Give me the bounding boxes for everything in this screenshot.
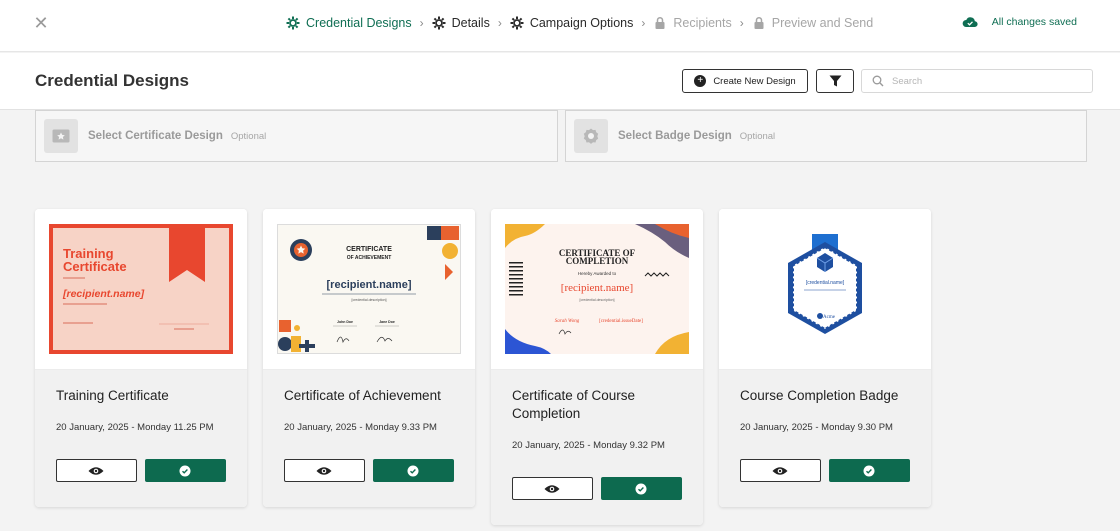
thumb-issue-date: [credential.issueDate] — [599, 319, 643, 324]
step-label: Credential Designs — [306, 16, 412, 30]
design-card: Training Certificate [recipient.name] Tr… — [35, 209, 247, 507]
top-bar: ✕ Credential Designs › Details › Campaig… — [0, 0, 1120, 52]
filter-icon — [829, 75, 841, 87]
design-name: Course Completion Badge — [740, 388, 899, 403]
badge-icon — [574, 119, 608, 153]
save-status: All changes saved — [962, 15, 1077, 29]
design-name: Certificate of Achievement — [284, 388, 441, 403]
design-card: CERTIFICATE OF ACHIEVEMENT [recipient.na… — [263, 209, 475, 507]
cloud-check-icon — [962, 17, 978, 28]
thumb-description: [credential.description] — [351, 298, 386, 302]
training-certificate-thumbnail: Training Certificate [recipient.name] — [49, 224, 233, 354]
eye-icon — [88, 466, 104, 475]
thumb-signer-2: Jane Doe — [379, 320, 395, 324]
eye-icon — [772, 466, 788, 475]
design-date: 20 January, 2025 - Monday 11.25 PM — [56, 422, 214, 433]
stepper: Credential Designs › Details › Campaign … — [286, 0, 873, 46]
check-circle-icon — [863, 465, 875, 476]
design-thumbnail: CERTIFICATE OF COMPLETION Hereby Awarded… — [491, 209, 703, 370]
step-label: Campaign Options — [529, 16, 634, 30]
close-icon[interactable]: ✕ — [32, 14, 50, 32]
preview-button[interactable] — [740, 459, 821, 482]
thumb-recipient-name: [recipient.name] — [62, 288, 145, 300]
design-thumbnail: Training Certificate [recipient.name] — [35, 209, 247, 370]
design-thumbnail: [credential.name] Acme — [719, 209, 931, 370]
select-design-button[interactable] — [828, 459, 910, 482]
thumb-description: [credential.description] — [579, 298, 614, 302]
select-badge-label: Select Badge Design — [618, 130, 732, 142]
select-certificate-label: Select Certificate Design — [88, 130, 223, 142]
thumb-brand: Acme — [823, 315, 836, 320]
thumb-signer-1: John Doe — [337, 320, 353, 324]
lock-icon — [754, 16, 764, 29]
step-label: Preview and Send — [771, 16, 874, 30]
lock-icon — [655, 16, 665, 29]
design-name: Training Certificate — [56, 388, 169, 403]
page-header: Credential Designs + Create New Design — [0, 53, 1120, 110]
chevron-right-icon: › — [497, 16, 502, 30]
step-credential-designs[interactable]: Credential Designs — [286, 16, 412, 30]
design-date: 20 January, 2025 - Monday 9.32 PM — [512, 440, 665, 451]
design-card: CERTIFICATE OF COMPLETION Hereby Awarded… — [491, 209, 703, 525]
design-date: 20 January, 2025 - Monday 9.33 PM — [284, 422, 437, 433]
create-new-design-button[interactable]: + Create New Design — [682, 69, 808, 93]
page-title: Credential Designs — [35, 71, 189, 90]
design-thumbnail: CERTIFICATE OF ACHIEVEMENT [recipient.na… — [263, 209, 475, 370]
eye-icon — [316, 466, 332, 475]
save-status-text: All changes saved — [991, 16, 1077, 28]
chevron-right-icon: › — [419, 16, 424, 30]
certificate-icon — [44, 119, 78, 153]
design-name: Certificate of Course Completion — [512, 388, 636, 421]
optional-label: Optional — [230, 130, 267, 142]
preview-button[interactable] — [284, 459, 365, 482]
course-completion-certificate-thumbnail: CERTIFICATE OF COMPLETION Hereby Awarded… — [505, 224, 689, 354]
achievement-certificate-thumbnail: CERTIFICATE OF ACHIEVEMENT [recipient.na… — [277, 224, 461, 354]
optional-label: Optional — [739, 130, 776, 142]
thumb-recipient-name: [recipient.name] — [561, 282, 633, 294]
step-recipients: Recipients — [653, 16, 732, 30]
preview-button[interactable] — [512, 477, 593, 500]
search-icon — [872, 75, 884, 87]
step-preview-and-send: Preview and Send — [752, 16, 873, 30]
check-circle-icon — [179, 465, 191, 476]
check-circle-icon — [407, 465, 419, 476]
search-box — [861, 69, 1093, 93]
design-date: 20 January, 2025 - Monday 9.30 PM — [740, 422, 893, 433]
select-design-button[interactable] — [600, 477, 682, 500]
create-new-design-label: Create New Design — [713, 75, 796, 87]
gear-icon — [510, 16, 524, 30]
check-circle-icon — [635, 483, 647, 494]
thumb-title-1: CERTIFICATE — [346, 246, 392, 253]
plus-circle-icon: + — [694, 75, 707, 87]
thumb-title-2: COMPLETION — [566, 256, 629, 266]
filter-button[interactable] — [816, 69, 854, 93]
thumb-signer: Sarah Wong — [555, 319, 580, 324]
step-details[interactable]: Details — [432, 16, 490, 30]
design-card: [credential.name] Acme Course Completion… — [719, 209, 931, 507]
gear-icon — [286, 16, 300, 30]
search-input[interactable] — [892, 75, 1082, 87]
chevron-right-icon: › — [739, 16, 744, 30]
chevron-right-icon: › — [641, 16, 646, 30]
thumb-credential-name: [credential.name] — [806, 280, 845, 286]
preview-button[interactable] — [56, 459, 137, 482]
thumb-title-2: OF ACHIEVEMENT — [347, 255, 392, 261]
thumb-recipient-name: [recipient.name] — [327, 279, 412, 291]
gear-icon — [432, 16, 446, 30]
select-badge-design[interactable]: Select Badge Design Optional — [565, 110, 1087, 162]
select-design-button[interactable] — [372, 459, 454, 482]
course-completion-badge-thumbnail: [credential.name] Acme — [788, 234, 862, 334]
select-certificate-design[interactable]: Select Certificate Design Optional — [35, 110, 558, 162]
step-label: Recipients — [673, 16, 732, 30]
select-design-button[interactable] — [144, 459, 226, 482]
thumb-subtitle: Hereby Awarded to — [578, 271, 617, 276]
thumb-title-2: Certificate — [63, 259, 127, 274]
eye-icon — [544, 484, 560, 493]
step-campaign-options[interactable]: Campaign Options — [510, 16, 634, 30]
step-label: Details — [451, 16, 490, 30]
